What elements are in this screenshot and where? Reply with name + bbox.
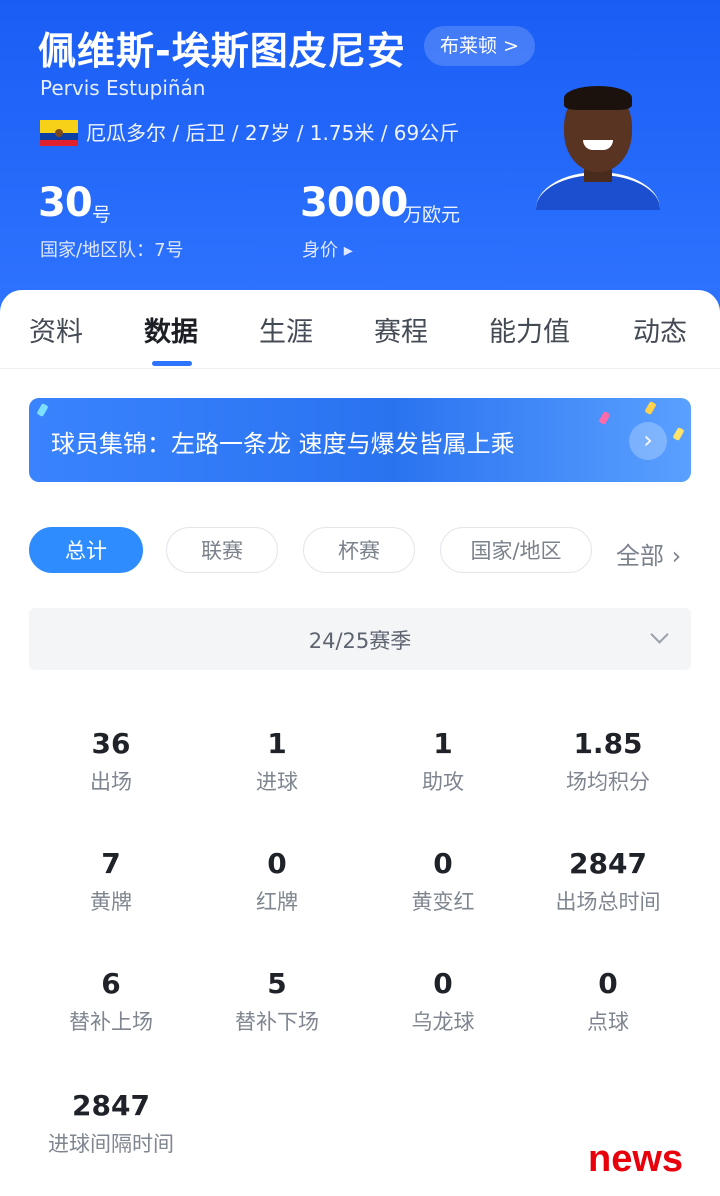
national-team-number: 国家/地区队：7号 bbox=[40, 240, 184, 261]
filter-league[interactable]: 联赛 bbox=[166, 527, 278, 573]
stat-label: 进球间隔时间 bbox=[48, 1132, 174, 1156]
stat-label: 乌龙球 bbox=[411, 1010, 475, 1034]
stat-value: 1 bbox=[433, 727, 453, 760]
stat-value: 36 bbox=[91, 727, 131, 760]
confetti-decoration bbox=[36, 403, 49, 417]
tab-ability[interactable]: 能力值 bbox=[489, 310, 570, 349]
shirt-number-unit: 号 bbox=[92, 204, 112, 226]
stat-value: 0 bbox=[433, 847, 453, 880]
tab-career[interactable]: 生涯 bbox=[259, 310, 313, 349]
player-header: 佩维斯-埃斯图皮尼安 布莱顿 > Pervis Estupiñán 厄瓜多尔 /… bbox=[0, 0, 720, 320]
season-select[interactable]: 24/25赛季 bbox=[29, 608, 691, 670]
stat-item: 0 乌龙球 bbox=[360, 966, 526, 1036]
stat-label: 进球 bbox=[256, 770, 298, 794]
season-select-value: 24/25赛季 bbox=[308, 629, 412, 653]
stat-value: 5 bbox=[267, 967, 287, 1000]
filter-all-link[interactable]: 全部 › bbox=[616, 536, 681, 571]
player-english-name: Pervis Estupiñán bbox=[40, 76, 206, 100]
stat-label: 替补下场 bbox=[235, 1010, 319, 1034]
stat-item: 2847 出场总时间 bbox=[525, 846, 691, 916]
ecuador-flag-icon bbox=[40, 120, 78, 146]
confetti-decoration bbox=[598, 411, 611, 425]
stat-item: 1 助攻 bbox=[360, 726, 526, 796]
stat-value: 2847 bbox=[569, 847, 647, 880]
stats-card: 资料 数据 生涯 赛程 能力值 动态 球员集锦：左路一条龙 速度与爆发皆属上乘 … bbox=[0, 290, 720, 1196]
stat-value: 2847 bbox=[72, 1089, 150, 1122]
confetti-decoration bbox=[644, 401, 657, 415]
stat-item: 0 点球 bbox=[525, 966, 691, 1036]
banner-title: 球员集锦：左路一条龙 速度与爆发皆属上乘 bbox=[51, 430, 515, 458]
tab-news[interactable]: 动态 bbox=[633, 310, 687, 349]
stat-item: 7 黄牌 bbox=[28, 846, 194, 916]
shirt-number: 30 bbox=[38, 180, 93, 226]
filter-total[interactable]: 总计 bbox=[29, 527, 143, 573]
stat-value: 0 bbox=[267, 847, 287, 880]
confetti-decoration bbox=[672, 427, 685, 441]
stat-label: 点球 bbox=[587, 1010, 629, 1034]
stat-value: 0 bbox=[598, 967, 618, 1000]
filter-cup[interactable]: 杯赛 bbox=[303, 527, 415, 573]
player-bio: 厄瓜多尔 / 后卫 / 27岁 / 1.75米 / 69公斤 bbox=[86, 121, 460, 145]
market-value-unit: 万欧元 bbox=[403, 204, 461, 226]
market-value-link[interactable]: 身价 ▸ bbox=[302, 236, 353, 262]
tab-bar: 资料 数据 生涯 赛程 能力值 动态 bbox=[0, 290, 720, 369]
stat-item: 5 替补下场 bbox=[194, 966, 360, 1036]
stat-label: 出场总时间 bbox=[555, 890, 661, 914]
stat-item: 2847 进球间隔时间 bbox=[28, 1088, 194, 1158]
stat-label: 替补上场 bbox=[69, 1010, 153, 1034]
player-name: 佩维斯-埃斯图皮尼安 bbox=[38, 29, 406, 73]
stat-label: 黄牌 bbox=[90, 890, 132, 914]
stat-item: 0 红牌 bbox=[194, 846, 360, 916]
stat-label: 助攻 bbox=[422, 770, 464, 794]
stat-value: 6 bbox=[101, 967, 121, 1000]
tab-profile[interactable]: 资料 bbox=[29, 310, 83, 349]
stat-item: 0 黄变红 bbox=[360, 846, 526, 916]
stat-item: 6 替补上场 bbox=[28, 966, 194, 1036]
stat-value: 0 bbox=[433, 967, 453, 1000]
highlights-banner[interactable]: 球员集锦：左路一条龙 速度与爆发皆属上乘 › bbox=[29, 398, 691, 482]
chevron-right-icon[interactable]: › bbox=[629, 422, 667, 460]
stat-value: 1.85 bbox=[573, 727, 643, 760]
stat-label: 出场 bbox=[90, 770, 132, 794]
tab-schedule[interactable]: 赛程 bbox=[374, 310, 428, 349]
stat-value: 1 bbox=[267, 727, 287, 760]
tab-data[interactable]: 数据 bbox=[144, 310, 198, 349]
stat-item: 1 进球 bbox=[194, 726, 360, 796]
stat-value: 7 bbox=[101, 847, 121, 880]
active-tab-indicator bbox=[152, 361, 192, 366]
filter-national[interactable]: 国家/地区 bbox=[440, 527, 592, 573]
stat-label: 场均积分 bbox=[566, 770, 650, 794]
club-button[interactable]: 布莱顿 > bbox=[424, 26, 535, 66]
stat-item: 1.85 场均积分 bbox=[525, 726, 691, 796]
player-avatar bbox=[534, 84, 662, 210]
stat-item: 36 出场 bbox=[28, 726, 194, 796]
stat-label: 黄变红 bbox=[411, 890, 475, 914]
stat-label: 红牌 bbox=[256, 890, 298, 914]
news-watermark: news bbox=[588, 1138, 684, 1180]
market-value: 3000 bbox=[300, 180, 408, 226]
